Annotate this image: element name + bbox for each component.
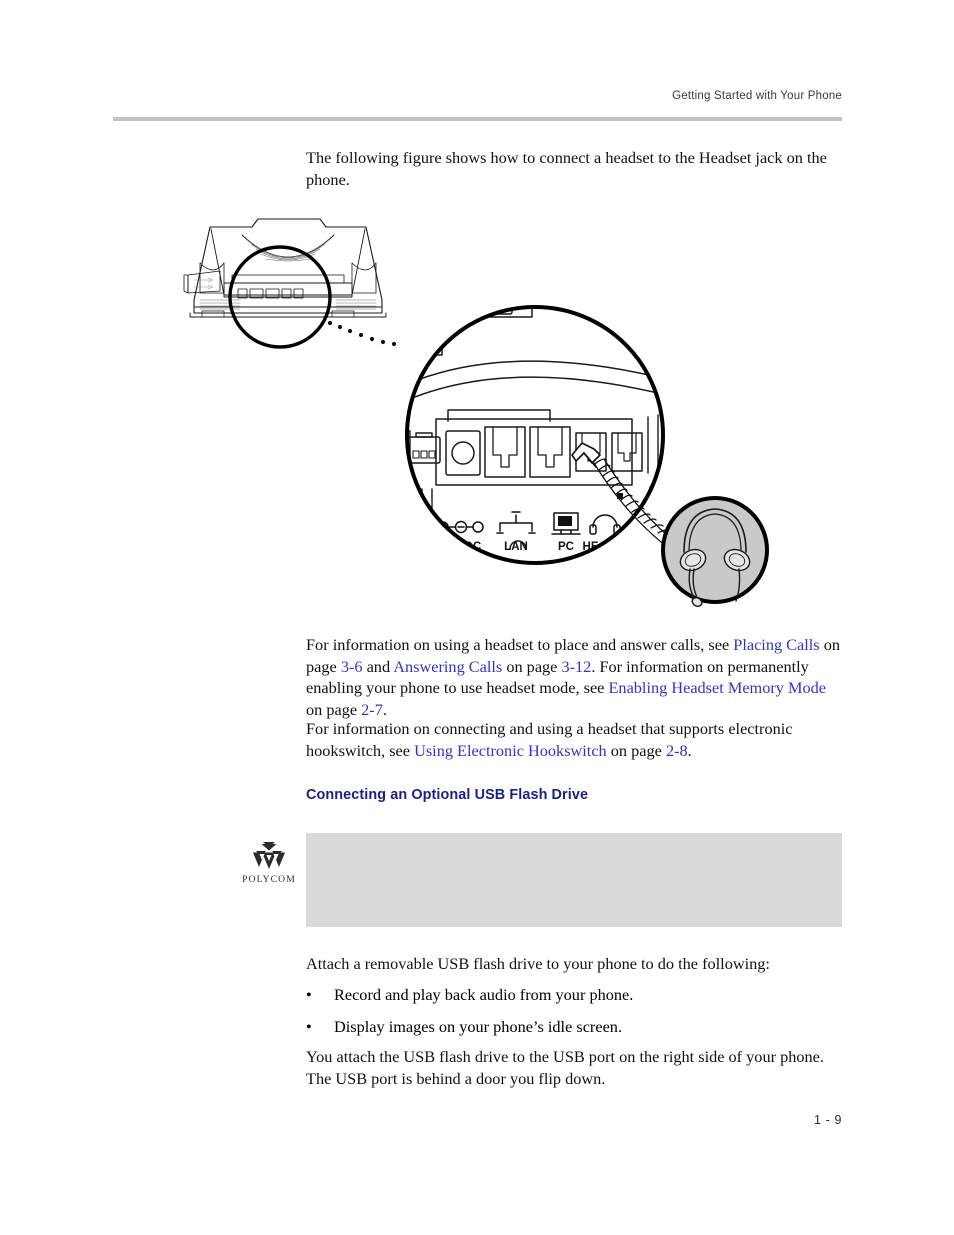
list-item: • Display images on your phone’s idle sc… xyxy=(306,1016,842,1038)
hookswitch-info-paragraph-block: For information on connecting and using … xyxy=(306,718,842,761)
text-fragment: on page xyxy=(606,740,666,760)
page-number: 1 - 9 xyxy=(813,1113,842,1127)
running-header-title: Getting Started with Your Phone xyxy=(672,90,842,102)
xref-placing-calls[interactable]: Placing Calls xyxy=(733,635,819,654)
xref-using-electronic-hookswitch[interactable]: Using Electronic Hookswitch xyxy=(414,741,607,760)
text-fragment: . xyxy=(382,699,387,719)
text-fragment: and xyxy=(362,656,394,676)
intro-paragraph: The following figure shows how to connec… xyxy=(306,148,827,189)
usb-intro-block: Attach a removable USB flash drive to yo… xyxy=(306,953,842,975)
xref-enabling-headset-memory-mode[interactable]: Enabling Headset Memory Mode xyxy=(608,678,825,697)
usb-outro-block: You attach the USB flash drive to the US… xyxy=(306,1046,842,1089)
headset-connection-figure: 48V DC LAN PC HEADSET HANDSET xyxy=(180,205,800,620)
polycom-logo: POLYCOM xyxy=(239,841,299,885)
text-fragment: on page xyxy=(306,699,362,719)
list-item: • Record and play back audio from your p… xyxy=(306,984,842,1006)
headset-info-paragraph: For information on using a headset to pl… xyxy=(306,634,842,720)
section-heading-usb-flash-drive: Connecting an Optional USB Flash Drive xyxy=(306,787,589,803)
port-label-pc: PC xyxy=(558,541,574,553)
usb-feature-list: • Record and play back audio from your p… xyxy=(306,984,842,1047)
text-fragment: For information on using a headset to pl… xyxy=(306,635,734,654)
header-divider xyxy=(113,117,842,121)
polycom-triangle-logo-icon xyxy=(253,842,285,869)
usb-outro-paragraph: You attach the USB flash drive to the US… xyxy=(306,1047,824,1088)
xref-page-3-12[interactable]: 3-12 xyxy=(561,657,591,676)
list-item-label: Record and play back audio from your pho… xyxy=(334,985,634,1004)
xref-page-2-7[interactable]: 2-7 xyxy=(361,700,383,719)
list-item-label: Display images on your phone’s idle scre… xyxy=(334,1016,623,1036)
polycom-wordmark: POLYCOM xyxy=(242,874,296,885)
text-fragment: on page xyxy=(502,656,562,676)
xref-page-2-8[interactable]: 2-8 xyxy=(666,741,688,760)
headset-info-paragraph-block: For information on using a headset to pl… xyxy=(306,634,842,720)
bullet-marker-icon: • xyxy=(306,1016,312,1036)
note-callout: POLYCOM xyxy=(237,833,842,927)
text-fragment: . xyxy=(687,740,692,760)
xref-page-3-6[interactable]: 3-6 xyxy=(341,657,363,676)
bullet-marker-icon: • xyxy=(306,985,312,1004)
intro-paragraph-block: The following figure shows how to connec… xyxy=(306,147,842,190)
note-box-body xyxy=(306,833,842,927)
xref-answering-calls[interactable]: Answering Calls xyxy=(393,657,502,676)
port-label-lan: LAN xyxy=(504,541,528,553)
hookswitch-info-paragraph: For information on connecting and using … xyxy=(306,718,842,761)
usb-intro-paragraph: Attach a removable USB flash drive to yo… xyxy=(306,954,770,973)
